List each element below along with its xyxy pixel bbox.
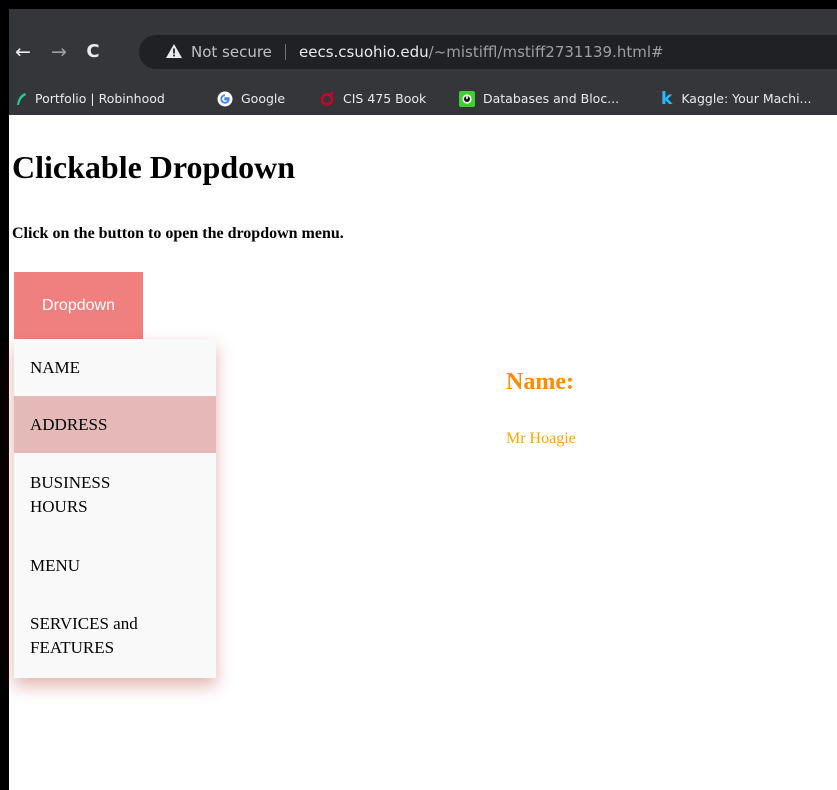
menu-item-services-features[interactable]: SERVICES and FEATURES (14, 594, 216, 678)
menu-item-label: MENU (30, 555, 81, 575)
info-heading: Name: (506, 369, 574, 395)
menu-item-business-hours[interactable]: BUSINESS HOURS (14, 453, 216, 537)
menu-item-menu[interactable]: MENU (14, 537, 216, 594)
page-subtitle: Click on the button to open the dropdown… (12, 225, 344, 242)
back-icon[interactable]: ← (11, 35, 35, 69)
menu-item-label: ADDRESS (30, 414, 108, 434)
bookmark-label: Databases and Bloc... (483, 91, 620, 106)
menu-item-label: BUSINESS (30, 473, 111, 492)
oreilly-icon (320, 91, 334, 106)
browser-toolbar: ← → C Not secure eecs.csuohio.edu/~misti… (9, 35, 837, 69)
bookmark-label: Portfolio | Robinhood (35, 91, 165, 106)
bookmark-google[interactable]: Google (217, 84, 285, 114)
bookmark-robinhood[interactable]: Portfolio | Robinhood (15, 84, 165, 114)
address-separator (285, 44, 286, 60)
menu-item-label-line2: FEATURES (30, 638, 115, 657)
menu-item-label: SERVICES and (30, 614, 138, 633)
menu-item-label-line2: HOURS (30, 497, 88, 516)
bookmark-label: CIS 475 Book (343, 91, 427, 106)
menu-item-name[interactable]: NAME (14, 339, 216, 396)
dropdown-menu: NAME ADDRESS BUSINESS HOURS MENU SERVICE… (14, 339, 216, 678)
kaggle-icon: k (661, 88, 673, 109)
menu-item-address[interactable]: ADDRESS (14, 396, 216, 453)
url-text[interactable]: eecs.csuohio.edu/~mistiffl/mstiff2731139… (299, 35, 664, 69)
google-icon (217, 91, 233, 106)
bookmark-label: Google (241, 91, 286, 106)
url-host: eecs.csuohio.edu (299, 43, 429, 61)
bookmark-databases[interactable]: Databases and Bloc... (459, 84, 619, 114)
not-secure-label[interactable]: Not secure (191, 35, 272, 69)
bookmarks-bar: Portfolio | Robinhood Google CIS 475 Boo… (9, 84, 837, 114)
bookmark-label: Kaggle: Your Machi... (681, 91, 812, 106)
url-path: /~mistiffl/mstiff2731139.html# (428, 43, 664, 61)
address-bar[interactable]: Not secure eecs.csuohio.edu/~mistiffl/ms… (139, 35, 837, 69)
robinhood-icon (17, 92, 26, 105)
bookmark-cis475[interactable]: CIS 475 Book (319, 84, 426, 114)
page-title: Clickable Dropdown (12, 149, 296, 185)
menu-item-label: NAME (30, 357, 81, 377)
forward-icon[interactable]: → (47, 35, 71, 69)
warning-icon[interactable] (165, 43, 183, 59)
browser-chrome: ← → C Not secure eecs.csuohio.edu/~misti… (9, 0, 837, 115)
window-edge (0, 0, 9, 790)
info-value: Mr Hoagie (506, 430, 576, 447)
dropdown-button[interactable]: Dropdown (14, 272, 143, 339)
databases-icon (459, 90, 475, 107)
page-content: Clickable Dropdown Click on the button t… (9, 115, 837, 790)
reload-icon[interactable]: C (81, 35, 105, 69)
bookmark-kaggle[interactable]: k Kaggle: Your Machi... (661, 84, 811, 114)
